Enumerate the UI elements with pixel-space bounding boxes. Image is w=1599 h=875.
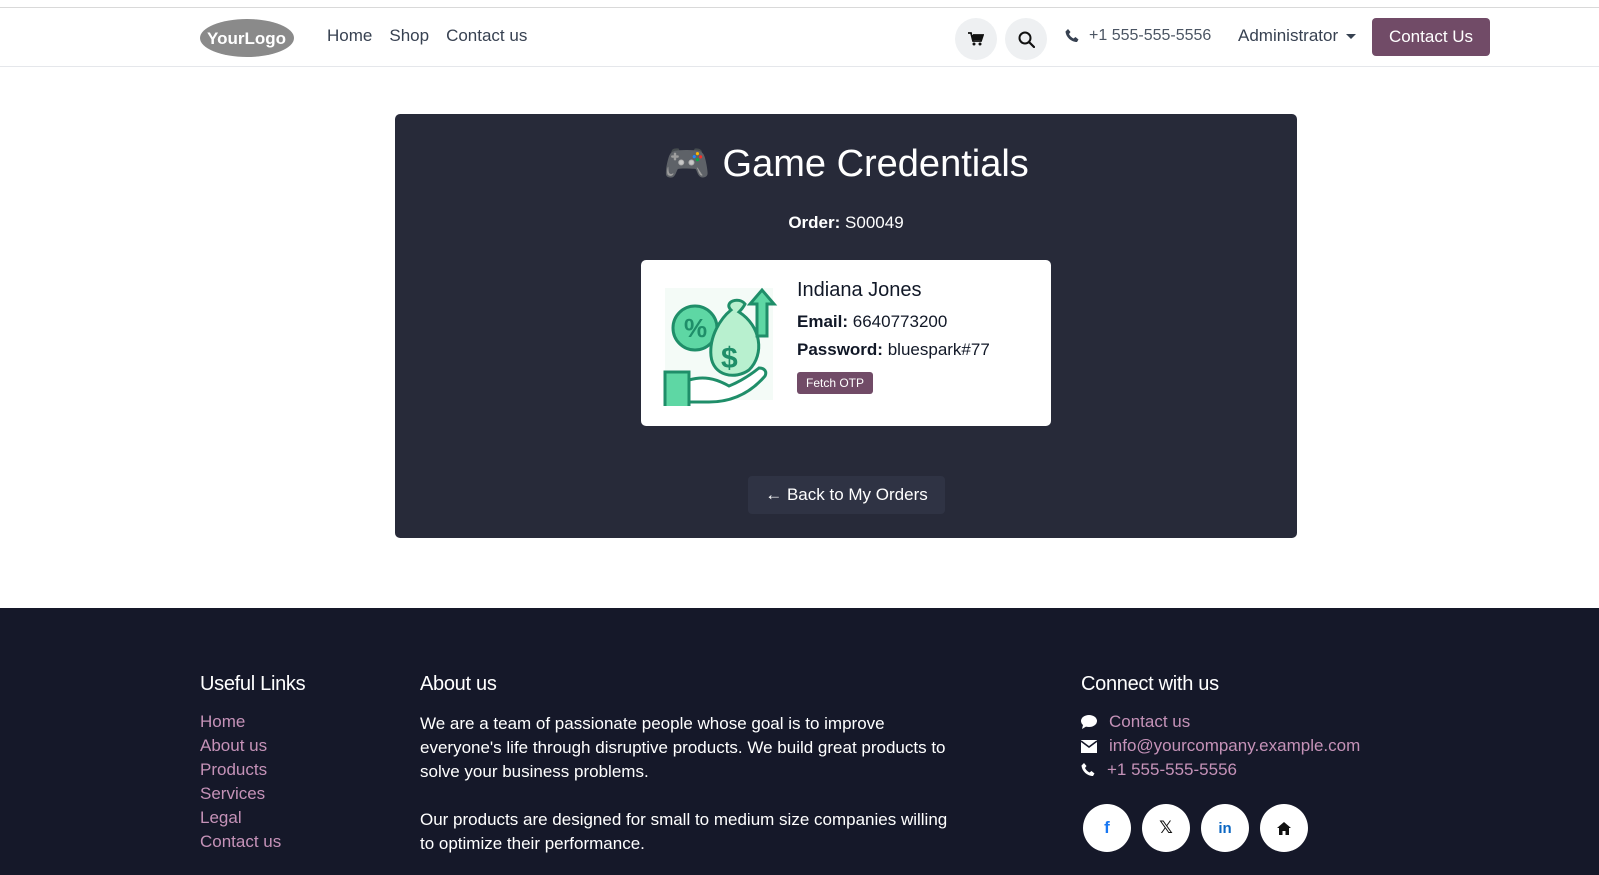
password-label: Password: xyxy=(797,340,883,359)
back-to-orders-button[interactable]: ← Back to My Orders xyxy=(748,476,945,514)
email-value: 6640773200 xyxy=(852,312,948,331)
contact-us-button[interactable]: Contact Us xyxy=(1372,18,1490,56)
order-info: Order: S00049 xyxy=(395,213,1297,233)
email-label: Email: xyxy=(797,312,849,331)
social-links: f 𝕏 in xyxy=(1083,804,1308,852)
credential-email: Email: 6640773200 xyxy=(797,312,947,332)
footer-link-services[interactable]: Services xyxy=(200,784,281,804)
linkedin-icon[interactable]: in xyxy=(1201,804,1249,852)
site-footer: Useful Links Home About us Products Serv… xyxy=(0,608,1599,875)
about-paragraph-2: Our products are designed for small to m… xyxy=(420,810,948,853)
browser-top-strip xyxy=(0,0,1599,8)
user-name: Administrator xyxy=(1238,26,1339,45)
fetch-otp-button[interactable]: Fetch OTP xyxy=(797,372,874,394)
footer-link-legal[interactable]: Legal xyxy=(200,808,281,828)
header-phone[interactable]: +1 555-555-5556 xyxy=(1065,27,1211,45)
home-icon[interactable] xyxy=(1260,804,1308,852)
gamepad-icon: 🎮 xyxy=(663,143,711,185)
main-nav: Home Shop Contact us xyxy=(327,26,527,46)
connect-contact[interactable]: Contact us xyxy=(1081,712,1360,732)
page-title: 🎮 Game Credentials xyxy=(395,142,1297,186)
x-icon[interactable]: 𝕏 xyxy=(1142,804,1190,852)
chevron-down-icon xyxy=(1346,33,1357,39)
search-icon xyxy=(1018,31,1035,48)
header-phone-text: +1 555-555-5556 xyxy=(1089,27,1212,44)
cart-icon xyxy=(968,32,984,46)
nav-contact-us[interactable]: Contact us xyxy=(446,26,527,46)
user-menu[interactable]: Administrator xyxy=(1238,26,1357,46)
footer-link-contact-us[interactable]: Contact us xyxy=(200,832,281,852)
credentials-panel: 🎮 Game Credentials Order: S00049 % $ Ind… xyxy=(395,114,1297,538)
about-text: We are a team of passionate people whose… xyxy=(420,712,950,856)
money-bag-illustration: % $ xyxy=(659,280,779,414)
about-paragraph-1: We are a team of passionate people whose… xyxy=(420,714,946,781)
connect-email[interactable]: info@yourcompany.example.com xyxy=(1081,736,1360,756)
page-title-text: Game Credentials xyxy=(722,142,1029,185)
site-header: YourLogo Home Shop Contact us +1 555-555… xyxy=(0,8,1599,67)
footer-link-home[interactable]: Home xyxy=(200,712,281,732)
useful-links-title: Useful Links xyxy=(200,673,306,695)
credential-name: Indiana Jones xyxy=(797,279,922,301)
about-title: About us xyxy=(420,673,497,695)
logo[interactable]: YourLogo xyxy=(199,17,296,58)
order-label: Order: xyxy=(788,213,841,232)
svg-text:YourLogo: YourLogo xyxy=(207,29,286,48)
search-button[interactable] xyxy=(1005,18,1047,60)
credential-card: % $ Indiana Jones Email: 6640773200 Pass… xyxy=(641,260,1051,426)
phone-icon xyxy=(1081,763,1095,776)
footer-link-products[interactable]: Products xyxy=(200,760,281,780)
svg-text:$: $ xyxy=(721,342,738,375)
useful-links-list: Home About us Products Services Legal Co… xyxy=(200,712,281,852)
cart-button[interactable] xyxy=(955,18,997,60)
password-value: bluespark#77 xyxy=(887,340,990,359)
phone-icon xyxy=(1065,29,1079,42)
connect-list: Contact us info@yourcompany.example.com … xyxy=(1081,712,1360,780)
svg-text:%: % xyxy=(684,313,707,343)
chat-bubble-icon xyxy=(1081,715,1097,729)
order-value: S00049 xyxy=(845,213,904,232)
credential-password: Password: bluespark#77 xyxy=(797,340,990,360)
facebook-icon[interactable]: f xyxy=(1083,804,1131,852)
footer-link-about-us[interactable]: About us xyxy=(200,736,281,756)
connect-title: Connect with us xyxy=(1081,673,1219,695)
connect-phone[interactable]: +1 555-555-5556 xyxy=(1081,760,1360,780)
nav-home[interactable]: Home xyxy=(327,26,372,46)
nav-shop[interactable]: Shop xyxy=(389,26,429,46)
envelope-icon xyxy=(1081,739,1097,753)
